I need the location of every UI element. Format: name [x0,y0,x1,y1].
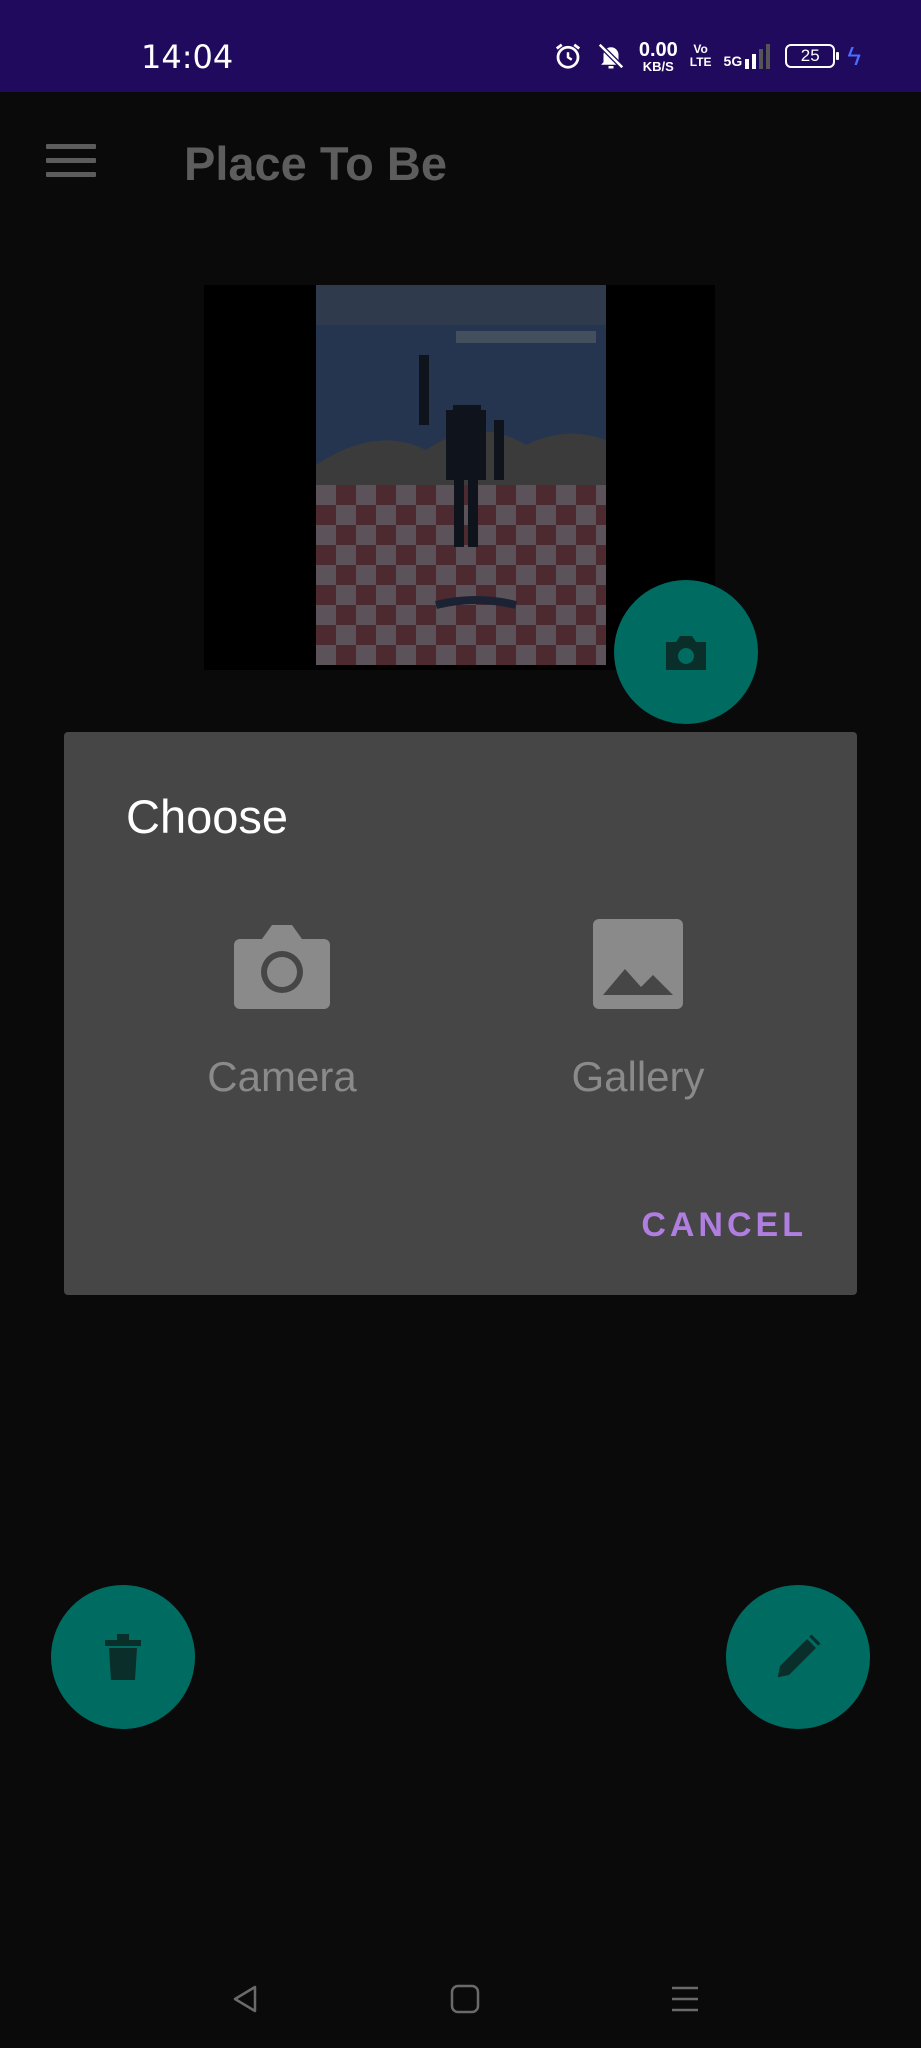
robot-photo [316,285,606,665]
image-icon [528,917,748,1017]
camera-fab[interactable] [614,580,758,724]
status-time: 14:04 [141,38,234,76]
camera-option-label: Camera [207,1053,357,1100]
pencil-icon [777,1634,821,1678]
battery-icon: 25 [785,44,840,68]
silent-icon [597,42,624,70]
hamburger-menu-icon[interactable] [46,144,96,184]
back-icon[interactable] [220,1974,270,2024]
status-bar: 14:04 0.00 KB/S Vo LTE 5G 25 ϟ [0,0,921,92]
camera-icon [172,917,392,1017]
volte-indicator: Vo LTE [689,42,712,69]
edit-fab[interactable] [726,1585,870,1729]
camera-icon [666,636,706,670]
home-icon[interactable] [440,1974,490,2024]
charging-icon: ϟ [847,40,861,71]
app-bar: Place To Be [0,92,921,237]
gallery-option-label: Gallery [571,1053,705,1100]
gallery-option[interactable]: Gallery [528,917,748,1101]
navigation-bar [0,1950,921,2048]
dialog-title: Choose [126,790,288,843]
delete-fab[interactable] [51,1585,195,1729]
alarm-icon [555,43,580,69]
choose-dialog: Choose Camera Gallery CANCEL [64,732,857,1295]
cancel-button[interactable]: CANCEL [641,1206,807,1245]
camera-option[interactable]: Camera [172,917,392,1101]
status-icons: 0.00 KB/S Vo LTE 5G 25 ϟ [553,36,861,76]
net-speed: 0.00 KB/S [638,38,678,74]
trash-icon [105,1634,141,1680]
signal-icon: 5G [724,43,774,69]
recents-icon[interactable] [660,1974,710,2024]
page-title: Place To Be [184,137,447,190]
